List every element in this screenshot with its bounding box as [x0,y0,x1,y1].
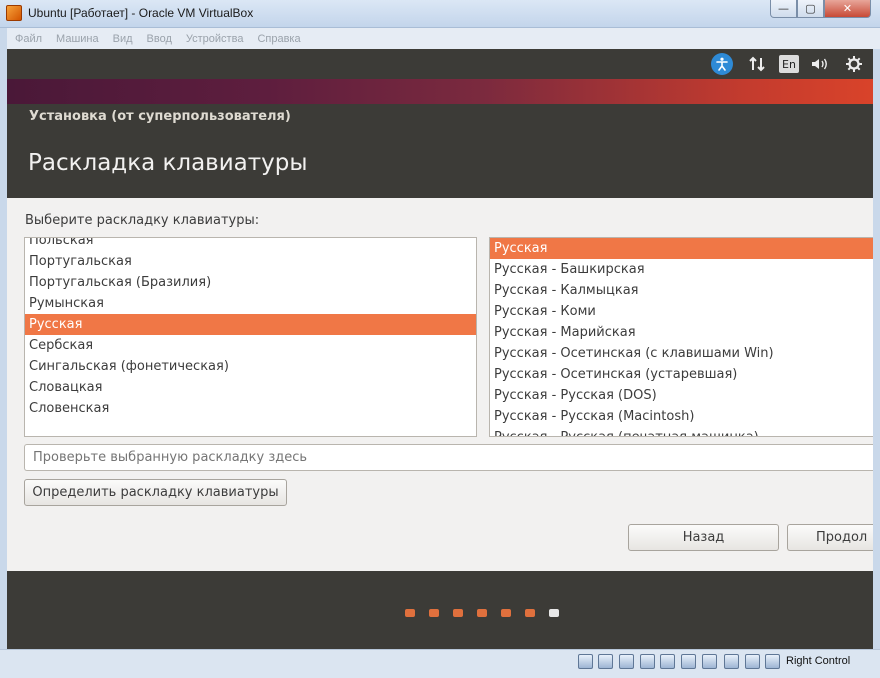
aubergine-gradient-strip [7,79,873,104]
menu-file[interactable]: Файл [15,33,42,45]
window-title-bar[interactable]: Ubuntu [Работает] - Oracle VM VirtualBox… [0,0,880,28]
host-key-label: Right Control [786,655,851,667]
network-adapter-icon[interactable] [640,654,655,669]
continue-button[interactable]: Продол [787,524,873,551]
menu-help[interactable]: Справка [257,33,300,45]
keyboard-capture-icon[interactable] [765,654,780,669]
list-item[interactable]: Словенская [25,398,476,419]
list-item[interactable]: Русская - Коми [490,301,873,322]
list-item[interactable]: Сербская [25,335,476,356]
hard-disk-icon[interactable] [578,654,593,669]
vm-status-bar: Right Control [0,649,880,678]
menu-input[interactable]: Ввод [147,33,172,45]
window-title: Ubuntu [Работает] - Oracle VM VirtualBox [28,6,254,20]
cpu-icon[interactable] [724,654,739,669]
optical-drive-icon[interactable] [598,654,613,669]
display-icon[interactable] [681,654,696,669]
list-item-selected[interactable]: Русская [25,314,476,335]
list-item[interactable]: Русская - Марийская [490,322,873,343]
menu-view[interactable]: Вид [113,33,133,45]
network-icon[interactable] [746,53,768,75]
detect-layout-button[interactable]: Определить раскладку клавиатуры [24,479,287,506]
list-item[interactable]: Польская [25,238,476,251]
keyboard-layout-indicator[interactable]: En [779,55,799,73]
accessibility-icon[interactable] [711,53,733,75]
guest-screen: En Установка (от суперпользователя) Раск… [7,49,873,649]
menu-devices[interactable]: Устройства [186,33,244,45]
installer-window-title: Установка (от суперпользователя) [29,109,291,124]
list-item[interactable]: Русская - Осетинская (устаревшая) [490,364,873,385]
list-item[interactable]: Русская - Русская (DOS) [490,385,873,406]
layout-prompt: Выберите раскладку клавиатуры: [25,213,260,228]
virtualbox-app-icon [6,5,22,21]
list-item[interactable]: Португальская (Бразилия) [25,272,476,293]
keyboard-layout-list[interactable]: Польская Португальская Португальская (Бр… [24,237,477,437]
ubuntu-top-panel: En [7,49,873,79]
maximize-button[interactable]: ▢ [797,0,824,18]
installer-header: Установка (от суперпользователя) Расклад… [7,104,873,198]
shared-folders-icon[interactable] [660,654,675,669]
usb-icon[interactable] [619,654,634,669]
progress-dot [501,609,511,617]
list-item[interactable]: Румынская [25,293,476,314]
mouse-integration-icon[interactable] [745,654,760,669]
page-title: Раскладка клавиатуры [28,150,308,176]
list-item[interactable]: Русская - Башкирская [490,259,873,280]
installer-footer [7,571,873,649]
progress-dot [549,609,559,617]
list-item[interactable]: Русская - Русская (Macintosh) [490,406,873,427]
settings-gear-icon[interactable] [843,53,865,75]
list-item[interactable]: Русская - Калмыцкая [490,280,873,301]
progress-dot [477,609,487,617]
list-item-selected[interactable]: Русская [490,238,873,259]
video-capture-icon[interactable] [702,654,717,669]
minimize-button[interactable]: — [770,0,797,18]
layout-test-input[interactable] [24,444,873,471]
progress-dot [429,609,439,617]
list-item[interactable]: Русская - Осетинская (с клавишами Win) [490,343,873,364]
keyboard-variant-list[interactable]: Русская Русская - Башкирская Русская - К… [489,237,873,437]
list-item[interactable]: Русская - Русская (печатная машинка) [490,427,873,436]
progress-dot [405,609,415,617]
progress-dot [453,609,463,617]
close-button[interactable]: ✕ [824,0,871,18]
list-item[interactable]: Сингальская (фонетическая) [25,356,476,377]
menu-machine[interactable]: Машина [56,33,99,45]
progress-dot [525,609,535,617]
list-item[interactable]: Португальская [25,251,476,272]
back-button[interactable]: Назад [628,524,779,551]
list-item[interactable]: Словацкая [25,377,476,398]
volume-icon[interactable] [809,53,831,75]
menu-bar: Файл Машина Вид Ввод Устройства Справка [0,28,880,49]
